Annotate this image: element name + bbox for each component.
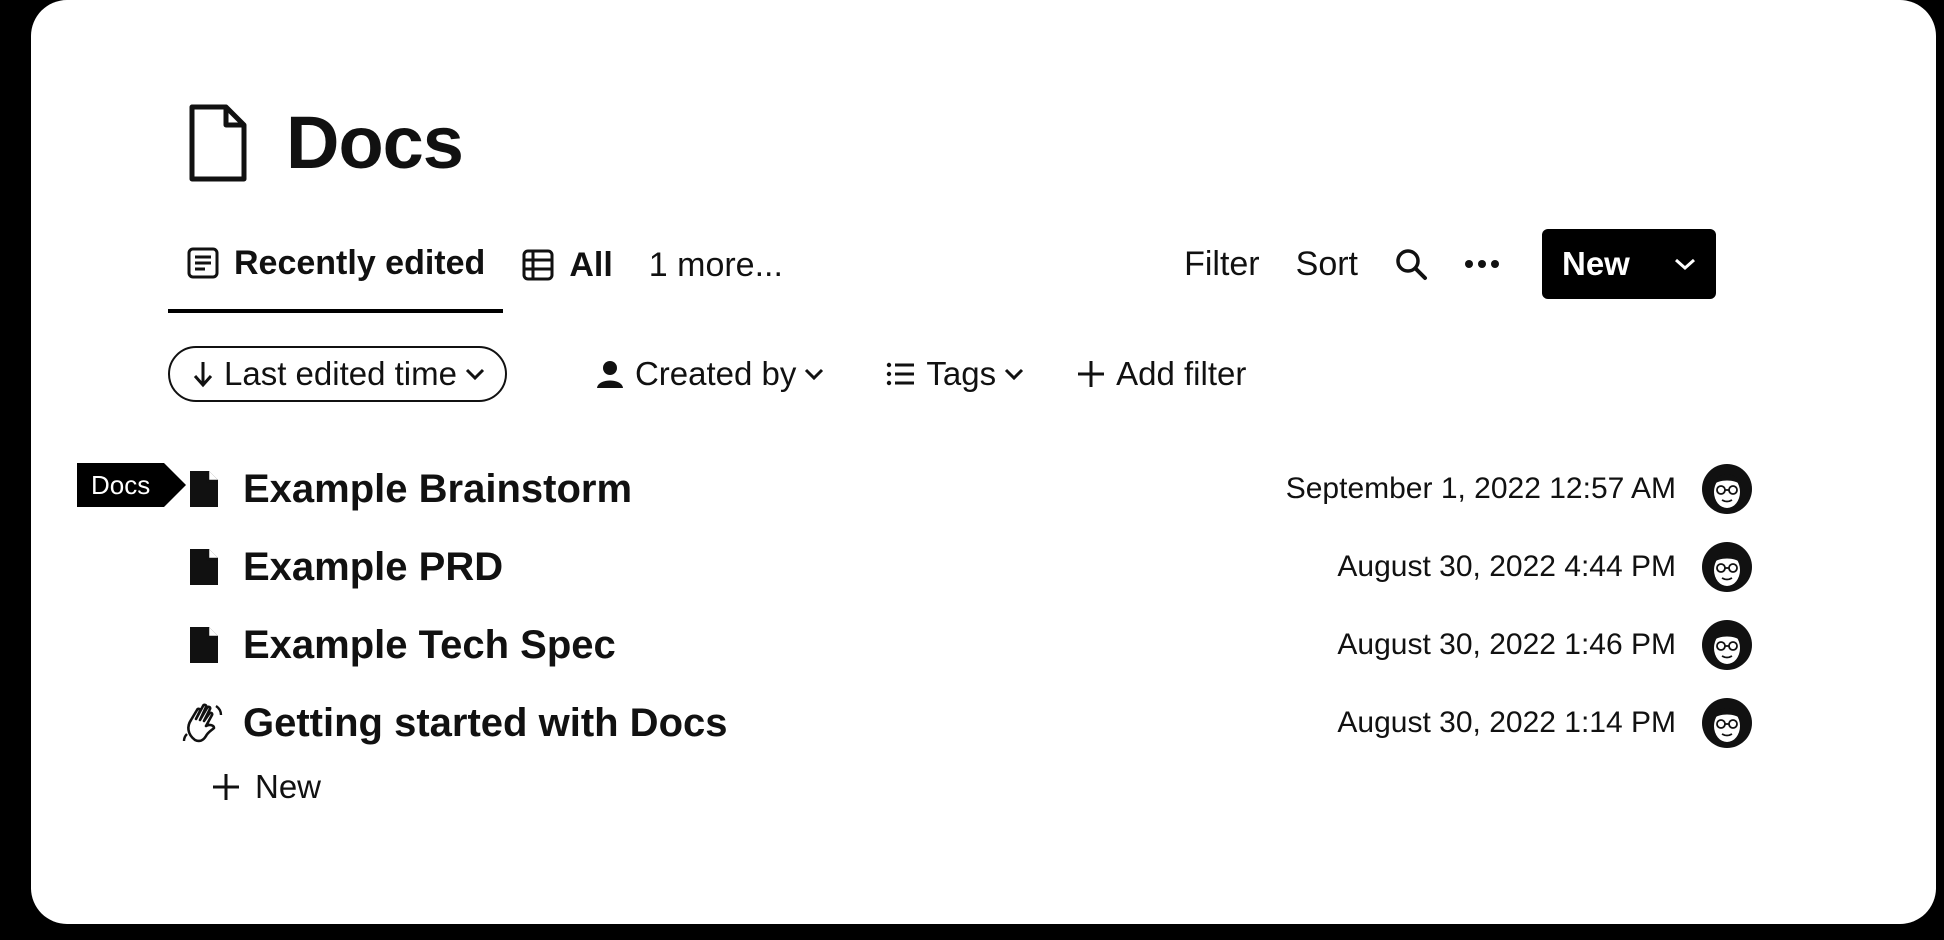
sort-button[interactable]: Sort bbox=[1296, 245, 1358, 284]
new-row-label: New bbox=[255, 768, 322, 805]
chevron-down-icon[interactable] bbox=[1674, 257, 1696, 271]
row-icon bbox=[181, 466, 227, 512]
add-filter-label: Add filter bbox=[1116, 355, 1247, 392]
search-button[interactable] bbox=[1394, 247, 1428, 281]
sort-chip-label: Last edited time bbox=[224, 355, 457, 392]
tab-label: 1 more... bbox=[648, 245, 783, 284]
tab-recently-edited[interactable]: Recently edited bbox=[168, 235, 504, 313]
tags-label: Tags bbox=[926, 355, 997, 392]
created-by-label: Created by bbox=[634, 355, 797, 392]
doc-title[interactable]: Example Brainstorm bbox=[243, 467, 632, 512]
document-list-icon bbox=[187, 247, 219, 279]
view-toolbar: Filter Sort New bbox=[1148, 229, 1716, 299]
table-icon bbox=[522, 249, 554, 281]
tab-label: Recently edited bbox=[234, 243, 486, 282]
more-options-button[interactable] bbox=[1464, 259, 1500, 269]
arrow-down-icon bbox=[193, 362, 213, 388]
filter-bar: Last edited time Created by Tags Add fil… bbox=[168, 345, 1246, 403]
document-icon bbox=[190, 471, 218, 507]
search-icon bbox=[1396, 249, 1427, 280]
doc-title[interactable]: Example PRD bbox=[243, 545, 503, 590]
row-icon bbox=[181, 622, 227, 668]
page-title: Docs bbox=[286, 101, 464, 184]
chevron-down-icon bbox=[805, 368, 824, 381]
avatar bbox=[1702, 542, 1752, 592]
view-tabs: Recently edited All 1 more... bbox=[168, 235, 801, 313]
doc-title[interactable]: Example Tech Spec bbox=[243, 623, 616, 668]
created-by-filter[interactable]: Created by bbox=[595, 355, 824, 393]
tab-all[interactable]: All bbox=[503, 235, 630, 295]
list-item[interactable]: Example Tech Spec August 30, 2022 1:46 P… bbox=[31, 606, 1936, 684]
tab-more[interactable]: 1 more... bbox=[631, 235, 801, 295]
last-edited-time: August 30, 2022 1:14 PM bbox=[1337, 706, 1676, 739]
tab-label: All bbox=[569, 245, 613, 284]
plus-icon bbox=[213, 774, 239, 800]
new-button-label: New bbox=[1562, 245, 1630, 282]
document-icon bbox=[190, 549, 218, 585]
new-button[interactable]: New bbox=[1542, 229, 1716, 299]
doc-title[interactable]: Getting started with Docs bbox=[243, 701, 728, 746]
more-options-icon bbox=[1465, 260, 1499, 268]
tag-text: Docs bbox=[77, 463, 165, 507]
docs-list: Example Brainstorm September 1, 2022 12:… bbox=[31, 450, 1936, 762]
tags-filter[interactable]: Tags bbox=[886, 355, 1024, 393]
avatar bbox=[1702, 464, 1752, 514]
document-icon bbox=[190, 627, 218, 663]
list-item[interactable]: Example PRD August 30, 2022 4:44 PM bbox=[31, 528, 1936, 606]
document-icon bbox=[189, 104, 247, 181]
row-icon bbox=[181, 544, 227, 590]
waving-hand-icon bbox=[182, 703, 223, 743]
docs-tag-label: Docs bbox=[77, 463, 187, 507]
list-item[interactable]: Example Brainstorm September 1, 2022 12:… bbox=[31, 450, 1936, 528]
list-icon bbox=[887, 362, 915, 386]
last-edited-time: September 1, 2022 12:57 AM bbox=[1285, 472, 1676, 505]
sort-chip[interactable]: Last edited time bbox=[168, 346, 507, 402]
last-edited-time: August 30, 2022 1:46 PM bbox=[1337, 628, 1676, 661]
filter-button[interactable]: Filter bbox=[1184, 245, 1260, 284]
last-edited-time: August 30, 2022 4:44 PM bbox=[1337, 550, 1676, 583]
avatar bbox=[1702, 698, 1752, 748]
row-icon bbox=[181, 700, 227, 746]
chevron-down-icon bbox=[465, 368, 485, 381]
page-header: Docs bbox=[186, 100, 464, 185]
docs-database-card: Docs Recently edited All 1 more... Filte… bbox=[31, 0, 1936, 924]
list-item[interactable]: Getting started with Docs August 30, 202… bbox=[31, 684, 1936, 762]
avatar bbox=[1702, 620, 1752, 670]
add-new-row-button[interactable]: New bbox=[211, 768, 321, 806]
add-filter-button[interactable]: Add filter bbox=[1076, 355, 1246, 393]
chevron-down-icon bbox=[1005, 368, 1024, 381]
person-icon bbox=[596, 361, 623, 388]
tag-arrow bbox=[164, 463, 187, 507]
plus-icon bbox=[1078, 361, 1105, 387]
